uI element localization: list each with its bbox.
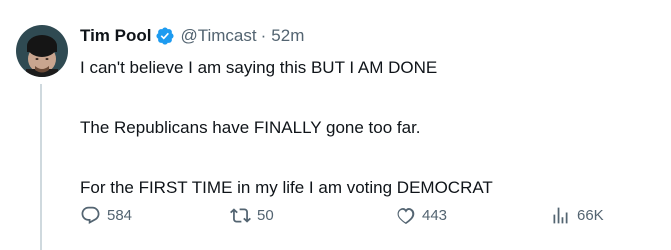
tweet-text: I can't believe I am saying this BUT I A… (80, 58, 660, 198)
retweet-arrows-icon (230, 205, 251, 226)
tweet-line: I can't believe I am saying this BUT I A… (80, 58, 438, 77)
tweet-content: Tim Pool @Timcast · 52m I can't believe … (80, 24, 660, 198)
bar-chart-icon (550, 205, 571, 226)
heart-icon (395, 205, 416, 226)
avatar[interactable] (16, 25, 68, 77)
retweet-count: 50 (257, 207, 274, 224)
verified-badge-icon (155, 26, 175, 46)
tweet-line: For the FIRST TIME in my life I am votin… (80, 178, 493, 197)
thread-line (40, 84, 42, 250)
separator-dot: · (260, 26, 267, 45)
reply-count: 584 (107, 207, 133, 224)
timestamp[interactable]: 52m (271, 26, 304, 46)
reply-bubble-icon (80, 205, 101, 226)
views-count: 66K (577, 207, 604, 224)
avatar-image (16, 25, 68, 77)
retweet-button[interactable]: 50 (230, 205, 274, 226)
tweet-line: The Republicans have FINALLY gone too fa… (80, 118, 421, 137)
views-button[interactable]: 66K (550, 205, 604, 226)
tweet[interactable]: Tim Pool @Timcast · 52m I can't believe … (0, 0, 671, 250)
like-count: 443 (422, 207, 448, 224)
action-bar: 584 50 443 66K (80, 205, 640, 229)
display-name[interactable]: Tim Pool (80, 26, 151, 46)
reply-button[interactable]: 584 (80, 205, 132, 226)
handle[interactable]: @Timcast (180, 26, 256, 46)
tweet-header: Tim Pool @Timcast · 52m (80, 24, 660, 48)
like-button[interactable]: 443 (395, 205, 447, 226)
